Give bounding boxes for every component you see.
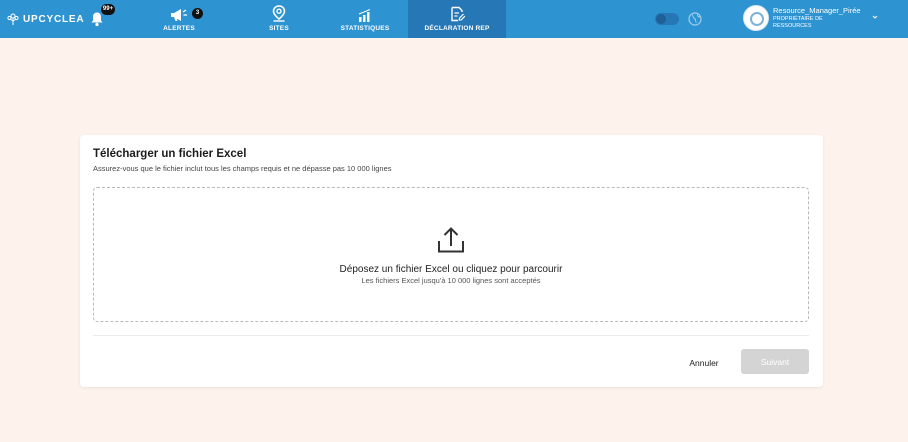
brand-name: UPCYCLEA <box>23 13 85 25</box>
globe-language-icon[interactable] <box>688 12 702 26</box>
file-dropzone[interactable]: Déposez un fichier Excel ou cliquez pour… <box>93 187 809 322</box>
dropzone-primary-text: Déposez un fichier Excel ou cliquez pour… <box>339 264 563 275</box>
nav-label-statistiques: STATISTIQUES <box>340 25 390 32</box>
top-navigation-bar: UPCYCLEA 99+ ALERTES 3 SITES STATISTIQUE… <box>0 0 908 38</box>
nav-label-declaration-rep: DÉCLARATION REP <box>424 25 490 32</box>
bar-chart-icon <box>358 9 371 22</box>
document-edit-icon <box>450 6 465 22</box>
excel-upload-card: Télécharger un fichier Excel Assurez-vou… <box>80 135 823 387</box>
avatar-logo-icon <box>750 12 764 26</box>
tree-logo-icon <box>7 13 19 25</box>
alert-count-badge: 3 <box>192 8 203 19</box>
mode-toggle-switch[interactable] <box>655 13 679 25</box>
nav-tab-alertes[interactable]: ALERTES <box>150 0 208 38</box>
user-menu[interactable]: Resource_Manager_Pirée PROPRIÉTAIRE DE R… <box>743 5 883 33</box>
next-button[interactable]: Suivant <box>741 349 809 374</box>
nav-tab-statistiques[interactable]: STATISTIQUES <box>334 0 396 38</box>
user-role: PROPRIÉTAIRE DE RESSOURCES <box>773 16 823 29</box>
nav-tab-sites[interactable]: SITES <box>250 0 308 38</box>
dropzone-secondary-text: Les fichiers Excel jusqu'à 10 000 lignes… <box>361 276 541 285</box>
avatar <box>743 5 769 31</box>
nav-label-sites: SITES <box>269 25 289 32</box>
user-name: Resource_Manager_Pirée <box>773 6 861 15</box>
megaphone-icon <box>171 9 187 21</box>
nav-label-alertes: ALERTES <box>163 25 195 32</box>
page-title: Télécharger un fichier Excel <box>93 148 247 160</box>
brand-logo[interactable]: UPCYCLEA <box>6 9 84 29</box>
chevron-down-icon <box>872 15 878 19</box>
divider <box>93 335 809 336</box>
upload-icon <box>438 227 464 253</box>
cancel-button[interactable]: Annuler <box>678 351 730 375</box>
notification-count-badge: 99+ <box>101 4 115 15</box>
toggle-knob <box>656 14 666 24</box>
upload-instructions: Assurez-vous que le fichier inclut tous … <box>93 164 392 173</box>
nav-tab-declaration-rep[interactable]: DÉCLARATION REP <box>408 0 506 38</box>
map-pin-icon <box>272 5 286 22</box>
